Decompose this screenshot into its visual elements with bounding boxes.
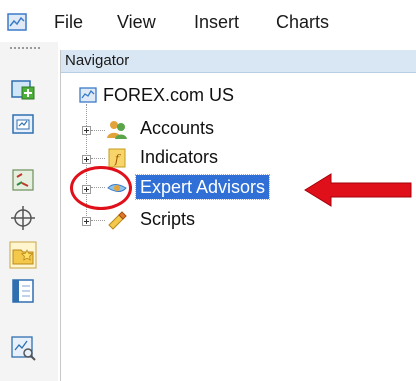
menu-bar: File View Insert Charts: [0, 0, 416, 42]
app-icon[interactable]: [7, 12, 27, 32]
profiles-icon[interactable]: [8, 110, 38, 140]
navigator-header[interactable]: Navigator: [61, 50, 416, 73]
menu-charts[interactable]: Charts: [276, 10, 329, 34]
menu-file[interactable]: File: [54, 10, 83, 34]
accounts-icon: [107, 121, 127, 139]
terminal-icon[interactable]: [8, 276, 38, 306]
tree-root-label: FOREX.com US: [103, 85, 235, 105]
market-watch-icon[interactable]: [8, 165, 38, 195]
indicators-icon: f: [108, 148, 126, 168]
left-toolbar: [0, 42, 58, 381]
terminal-server-icon: [79, 87, 97, 103]
app-window: File View Insert Charts Navigator FOREX.…: [0, 0, 416, 381]
menu-view[interactable]: View: [117, 10, 156, 34]
navigator-title: Navigator: [65, 52, 130, 69]
tree-item-label: Scripts: [140, 209, 196, 229]
crosshair-icon[interactable]: [8, 203, 38, 233]
annotation-arrow-icon: [304, 173, 412, 207]
expand-scripts-icon[interactable]: [82, 217, 91, 226]
tree-item-scripts[interactable]: Scripts: [82, 207, 282, 233]
navigator-panel: Navigator FOREX.com US Accounts f Indica…: [60, 50, 416, 381]
expand-accounts-icon[interactable]: [82, 126, 91, 135]
toolbar-grip[interactable]: [10, 47, 40, 52]
tree-root-node[interactable]: FOREX.com US: [77, 83, 277, 109]
tree-item-label: Expert Advisors: [134, 174, 271, 200]
tree-item-label: Accounts: [140, 118, 215, 138]
strategy-tester-icon[interactable]: [8, 333, 38, 363]
navigator-toggle-icon[interactable]: [8, 240, 38, 270]
annotation-circle: [70, 166, 132, 210]
scripts-icon: [108, 211, 127, 230]
tree-item-accounts[interactable]: Accounts: [82, 116, 282, 142]
expand-indicators-icon[interactable]: [82, 155, 91, 164]
new-chart-icon[interactable]: [8, 75, 38, 105]
tree-item-label: Indicators: [140, 147, 219, 167]
menu-insert[interactable]: Insert: [194, 10, 239, 34]
